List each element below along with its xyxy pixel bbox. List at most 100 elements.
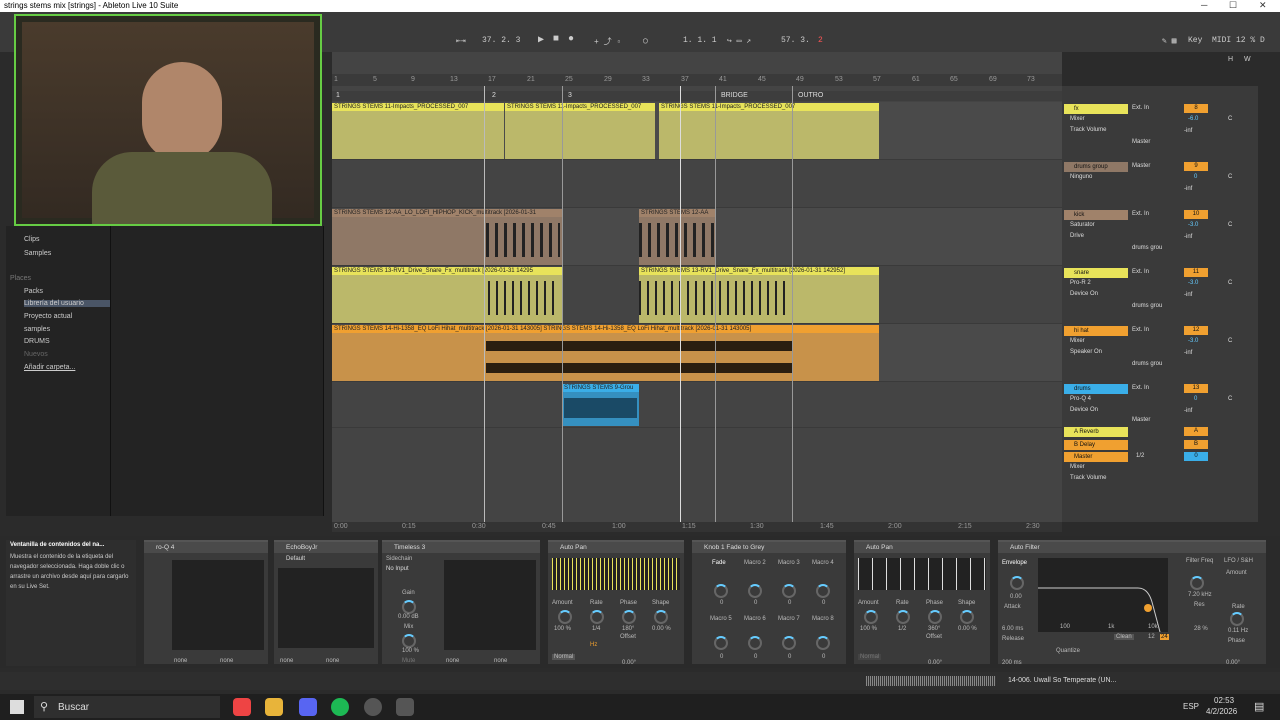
filter-freq-knob[interactable]	[1190, 576, 1204, 590]
track-activator[interactable]: 0	[1184, 452, 1208, 461]
locator-3[interactable]: 3	[568, 92, 572, 99]
amount-knob[interactable]	[864, 610, 878, 624]
pan-value[interactable]: C	[1228, 174, 1232, 180]
bar-ruler[interactable]: 1 5 9 13 17 21 25 29 33 37 41 45 49 53 5…	[332, 74, 1062, 86]
follow-icon[interactable]: ⇤⇥	[456, 36, 466, 46]
clip-kick-1[interactable]: STRINGS STEMS 12-AA_LO_LOFI_HIPHOP_KICK_…	[332, 209, 562, 265]
output-chooser[interactable]: drums grou	[1132, 303, 1162, 309]
input-chooser[interactable]: Ext. In	[1132, 211, 1149, 217]
loop-start-display[interactable]: 37. 2. 3	[482, 36, 520, 45]
file-explorer-icon[interactable]	[265, 698, 283, 716]
device-timeless3[interactable]: Timeless 3 Sidechain No Input Gain 0.00 …	[382, 540, 540, 664]
phase-knob[interactable]	[928, 610, 942, 624]
track-activator[interactable]: A	[1184, 427, 1208, 436]
macro-knob[interactable]	[748, 584, 762, 598]
param-chooser[interactable]: Drive	[1070, 233, 1084, 239]
sidechain-b[interactable]: none	[326, 658, 339, 664]
input-chooser[interactable]: Ext. In	[1132, 105, 1149, 111]
macro-knob[interactable]	[816, 584, 830, 598]
input-chooser[interactable]: Ext. In	[1132, 327, 1149, 333]
loop-length-display[interactable]: 2	[818, 36, 823, 45]
sidechain-input[interactable]: No Input	[386, 566, 409, 572]
track-name[interactable]: B Delay	[1064, 440, 1128, 450]
locator-2[interactable]: 2	[492, 92, 496, 99]
shape-knob[interactable]	[960, 610, 974, 624]
clip-drums-group[interactable]: STRINGS STEMS 9-Grou	[562, 384, 639, 426]
cue-out[interactable]: 1/2	[1136, 453, 1144, 459]
play-button[interactable]: ▶	[538, 34, 544, 46]
shape-knob[interactable]	[654, 610, 668, 624]
mute-button[interactable]: Mute	[402, 658, 415, 664]
macro-knob[interactable]	[782, 584, 796, 598]
pan-value[interactable]: C	[1228, 396, 1232, 402]
minimize-button[interactable]: ─	[1201, 0, 1207, 10]
input-chooser[interactable]: Ext. In	[1132, 385, 1149, 391]
mix-knob[interactable]	[402, 634, 416, 648]
clock-date[interactable]: 4/2/2026	[1206, 707, 1237, 716]
pan-value[interactable]: C	[1228, 280, 1232, 286]
track-activator[interactable]: 13	[1184, 384, 1208, 393]
chrome-icon[interactable]	[233, 698, 251, 716]
place-current-project[interactable]: Proyecto actual	[24, 313, 72, 320]
volume-value[interactable]: 0	[1194, 174, 1197, 180]
device-chooser[interactable]: Ninguno	[1070, 174, 1092, 180]
track-name[interactable]: snare	[1064, 268, 1128, 278]
pan-value[interactable]: C	[1228, 338, 1232, 344]
add-folder-link[interactable]: Añadir carpeta...	[24, 364, 75, 371]
place-drums[interactable]: DRUMS	[24, 338, 50, 345]
output-chooser[interactable]: drums grou	[1132, 361, 1162, 367]
obs-icon[interactable]	[364, 698, 382, 716]
clip-snare-1[interactable]: STRINGS STEMS 13-RV1_Drive_Snare_Fx_mult…	[332, 267, 562, 323]
filter-circuit-select[interactable]: Clean	[1114, 634, 1134, 640]
windows-start-icon[interactable]	[10, 700, 24, 714]
overdub-icon[interactable]: + ⤴ ▫	[594, 36, 621, 47]
locator-bridge[interactable]: BRIDGE	[721, 92, 748, 99]
browser-item-clips[interactable]: Clips	[24, 236, 40, 243]
header-btn-h[interactable]: H	[1228, 56, 1233, 63]
device-chooser[interactable]: Mixer	[1070, 464, 1085, 470]
slope-12-button[interactable]: 12	[1148, 634, 1155, 640]
metronome-icon[interactable]: ◯	[643, 36, 648, 46]
gain-knob[interactable]	[402, 600, 416, 614]
sidechain-a[interactable]: none	[280, 658, 293, 664]
track-activator[interactable]: 12	[1184, 326, 1208, 335]
param-chooser[interactable]: Track Volume	[1070, 127, 1106, 133]
device-autopan-1[interactable]: Auto Pan Amount Rate Phase Shape 100 % 1…	[548, 540, 684, 666]
lane-drums[interactable]	[332, 382, 1062, 428]
track-activator[interactable]: 11	[1184, 268, 1208, 277]
track-activator[interactable]: 10	[1184, 210, 1208, 219]
header-btn-w[interactable]: W	[1244, 56, 1251, 63]
lfo-rate-knob[interactable]	[1230, 612, 1244, 626]
key-map-button[interactable]: Key	[1188, 36, 1202, 45]
track-name[interactable]: hi hat	[1064, 326, 1128, 336]
amount-knob[interactable]	[558, 610, 572, 624]
clock-time[interactable]: 02:53	[1214, 696, 1234, 705]
sidechain-a[interactable]: none	[446, 658, 459, 664]
output-chooser[interactable]: Master	[1132, 417, 1150, 423]
track-name[interactable]: drums	[1064, 384, 1128, 394]
volume-value[interactable]: -3.0	[1188, 280, 1198, 286]
track-name[interactable]: fx	[1064, 104, 1128, 114]
device-chooser[interactable]: Mixer	[1070, 338, 1085, 344]
track-name[interactable]: Master	[1064, 452, 1128, 462]
clip-kick-2[interactable]: STRINGS STEMS 12-AA	[639, 209, 715, 265]
midi-map-button[interactable]: MIDI	[1212, 36, 1231, 45]
param-chooser[interactable]: Track Volume	[1070, 475, 1106, 481]
volume-value[interactable]: -3.0	[1188, 338, 1198, 344]
taskbar-search[interactable]: ⚲ Buscar	[34, 696, 220, 718]
clip-impacts-1[interactable]: STRINGS STEMS 11-Impacts_PROCESSED_007	[332, 103, 504, 159]
input-chooser[interactable]: Ext. In	[1132, 269, 1149, 275]
sidechain-a[interactable]: none	[174, 658, 187, 664]
browser-item-samples[interactable]: Samples	[24, 250, 51, 257]
slope-24-button[interactable]: 24	[1160, 634, 1169, 640]
close-button[interactable]: ✕	[1259, 0, 1267, 11]
track-activator[interactable]: 9	[1184, 162, 1208, 171]
param-chooser[interactable]: Device On	[1070, 407, 1098, 413]
phase-knob[interactable]	[622, 610, 636, 624]
macro-knob[interactable]	[714, 636, 728, 650]
place-new[interactable]: Nuevos	[24, 351, 48, 358]
lane-drums-group[interactable]	[332, 160, 1062, 208]
preset-name[interactable]: Default	[286, 556, 305, 562]
track-name[interactable]: kick	[1064, 210, 1128, 220]
device-autopan-2[interactable]: Auto Pan Amount Rate Phase Shape 100 % 1…	[854, 540, 990, 666]
